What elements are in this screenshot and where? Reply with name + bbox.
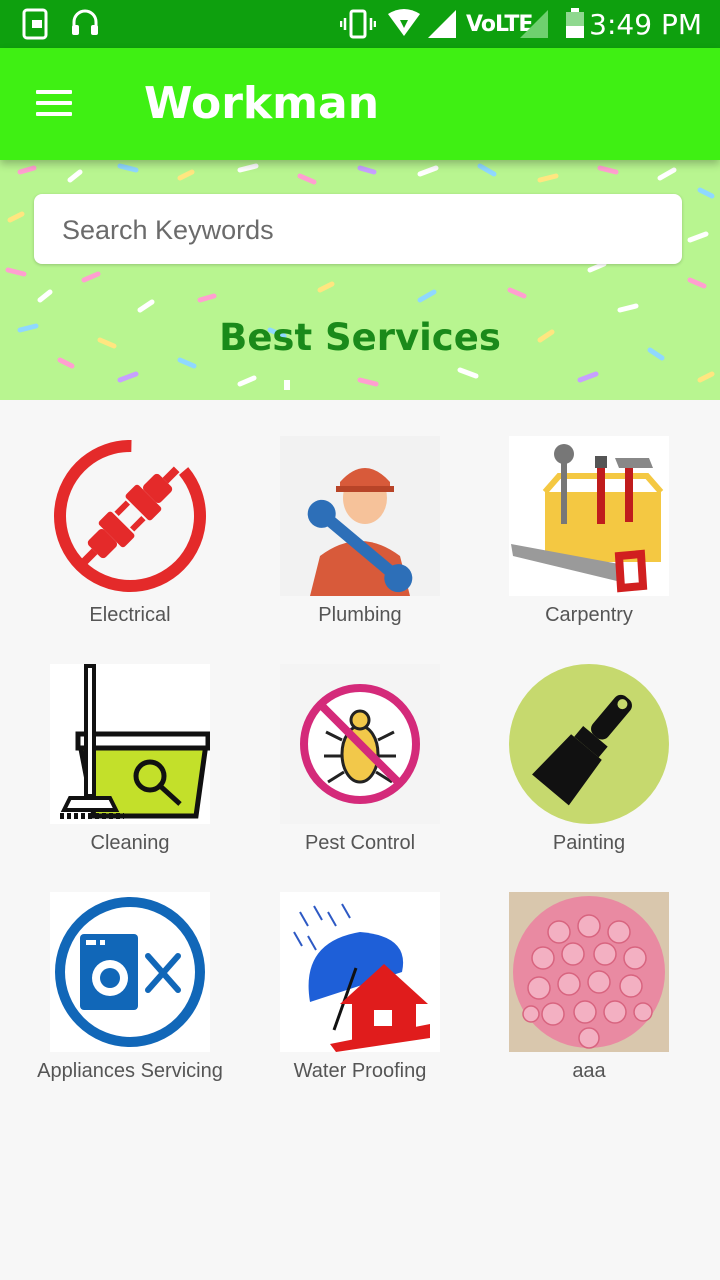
service-tile-aaa[interactable]: aaa (474, 892, 704, 1092)
app-bar: Workman (0, 48, 720, 160)
app-title: Workman (144, 78, 380, 129)
battery-icon (566, 8, 584, 38)
service-tile-carpentry[interactable]: Carpentry (474, 436, 704, 636)
service-label: Carpentry (545, 604, 633, 626)
service-tile-plumbing[interactable]: Plumbing (245, 436, 475, 636)
service-tile-pest-control[interactable]: Pest Control (245, 664, 475, 864)
service-label: Electrical (89, 604, 171, 626)
roses-photo (509, 892, 669, 1052)
toolbox-icon (509, 436, 669, 596)
paint-brush-icon (509, 664, 669, 824)
carousel-indicator (284, 380, 290, 390)
vibrate-icon (340, 9, 376, 39)
plumber-wrench-icon (280, 436, 440, 596)
search-box[interactable] (34, 194, 682, 266)
clock: 3:49 PM (589, 8, 702, 41)
screenshot-notification-icon (22, 8, 48, 40)
search-input[interactable] (60, 194, 660, 266)
service-tile-painting[interactable]: Painting (474, 664, 704, 864)
service-label: Plumbing (318, 604, 402, 626)
mop-bucket-icon (50, 664, 210, 824)
service-tile-appliances-servicing[interactable]: Appliances Servicing (15, 892, 245, 1092)
wifi-icon (388, 9, 420, 36)
umbrella-house-icon (280, 892, 440, 1052)
electric-plug-icon (54, 440, 206, 592)
service-tile-electrical[interactable]: Electrical (15, 436, 245, 636)
service-label: Cleaning (90, 832, 170, 854)
service-tile-cleaning[interactable]: Cleaning (15, 664, 245, 864)
service-label: Painting (552, 832, 626, 854)
section-heading: Best Services (219, 316, 501, 359)
service-label: Pest Control (304, 832, 416, 854)
signal-icon (428, 10, 456, 38)
headset-icon (72, 9, 98, 35)
signal-weak-icon (520, 10, 548, 38)
washing-machine-icon (50, 892, 210, 1052)
hero-banner: Best Services (0, 160, 720, 400)
service-tile-water-proofing[interactable]: Water Proofing (245, 892, 475, 1092)
status-bar: VoLTE 3:49 PM (0, 0, 720, 48)
service-label: Appliances Servicing (37, 1060, 223, 1082)
service-label: Water Proofing (293, 1060, 427, 1082)
menu-icon[interactable] (34, 86, 74, 120)
no-bug-icon (280, 664, 440, 824)
service-label: aaa (572, 1060, 606, 1082)
